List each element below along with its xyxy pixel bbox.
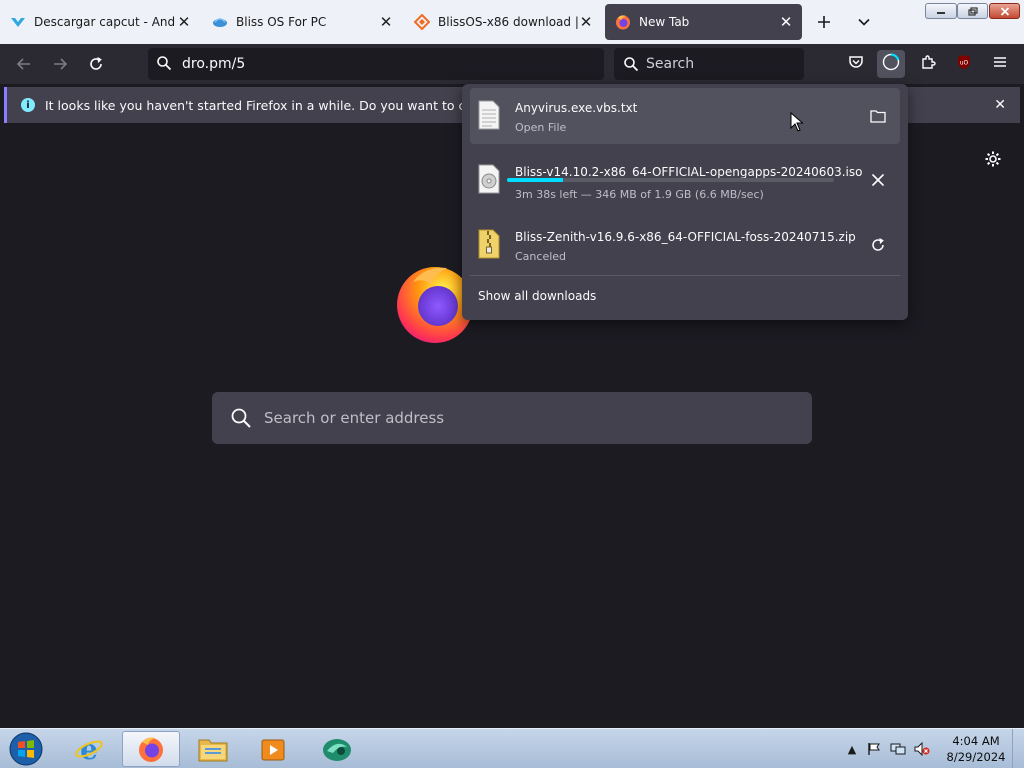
firefox-icon xyxy=(615,14,631,30)
navigation-toolbar: dro.pm/5 Search uO xyxy=(0,44,1024,84)
minimize-button[interactable] xyxy=(925,3,957,19)
close-icon[interactable]: ✕ xyxy=(994,97,1006,113)
tab-blissos-sourceforge[interactable]: BlissOS-x86 download | So ✕ xyxy=(404,4,602,40)
sourceforge-icon xyxy=(414,14,430,30)
download-filename: Bliss-v14.10.2-x86_64-OFFICIAL-opengapps… xyxy=(515,165,863,179)
folder-icon[interactable] xyxy=(866,104,890,128)
tab-title: BlissOS-x86 download | So xyxy=(438,15,578,29)
download-status: Open File xyxy=(515,121,567,134)
file-explorer-icon[interactable] xyxy=(184,731,242,767)
show-desktop-button[interactable] xyxy=(1012,729,1024,768)
download-progress-fill xyxy=(507,178,563,182)
address-bar[interactable]: dro.pm/5 xyxy=(148,48,604,80)
download-progress-icon xyxy=(881,52,901,76)
back-button[interactable] xyxy=(10,50,38,78)
close-icon[interactable]: ✕ xyxy=(778,13,794,31)
tab-descargar-capcut[interactable]: Descargar capcut - Android ✕ xyxy=(0,4,200,40)
reload-button[interactable] xyxy=(82,50,110,78)
retry-icon[interactable] xyxy=(866,233,890,257)
firefox-icon[interactable] xyxy=(122,731,180,767)
close-icon[interactable]: ✕ xyxy=(176,13,192,31)
start-button[interactable] xyxy=(6,731,46,767)
close-window-button[interactable] xyxy=(989,3,1020,19)
search-placeholder: Search or enter address xyxy=(264,409,445,427)
cancel-icon[interactable] xyxy=(866,168,890,192)
notification-text: It looks like you haven't started Firefo… xyxy=(45,97,465,113)
ublock-button[interactable]: uO xyxy=(950,50,978,78)
download-status: 3m 38s left — 346 MB of 1.9 GB (6.6 MB/s… xyxy=(515,188,764,201)
search-bar[interactable]: Search xyxy=(614,48,804,80)
show-all-downloads-link[interactable]: Show all downloads xyxy=(478,289,596,303)
clock-time: 4:04 AM xyxy=(952,734,1000,748)
disc-image-icon xyxy=(478,164,500,194)
menu-button[interactable] xyxy=(986,50,1014,78)
action-center-flag-icon[interactable] xyxy=(866,741,882,757)
media-player-icon[interactable] xyxy=(244,731,302,767)
gear-icon[interactable] xyxy=(982,148,1004,170)
clock-date: 8/29/2024 xyxy=(946,750,1006,764)
taskbar: e ▲ 4:04 AM 8/29/2024 xyxy=(0,728,1024,768)
downloads-panel: Anyvirus.exe.vbs.txt Open File Bliss-v14… xyxy=(462,84,908,320)
download-item[interactable]: Anyvirus.exe.vbs.txt Open File xyxy=(470,88,900,144)
search-icon xyxy=(230,407,252,433)
uptodown-icon xyxy=(10,14,26,30)
search-icon xyxy=(623,56,639,76)
new-tab-button[interactable] xyxy=(810,8,838,36)
zip-archive-icon xyxy=(478,229,500,259)
tab-title: Descargar capcut - Android xyxy=(34,15,176,29)
network-icon[interactable] xyxy=(890,741,906,757)
newtab-search-input[interactable]: Search or enter address xyxy=(212,392,812,444)
downloads-button[interactable] xyxy=(877,50,905,78)
download-item[interactable]: Bliss-Zenith-v16.9.6-x86_64-OFFICIAL-fos… xyxy=(470,217,900,273)
tab-new-tab[interactable]: New Tab ✕ xyxy=(605,4,802,40)
bliss-app-icon[interactable] xyxy=(308,731,366,767)
tab-strip: Descargar capcut - Android ✕ Bliss OS Fo… xyxy=(0,0,1024,44)
tab-title: New Tab xyxy=(639,15,690,29)
search-placeholder: Search xyxy=(646,56,695,72)
download-filename: Anyvirus.exe.vbs.txt xyxy=(515,101,638,115)
show-hidden-icons-button[interactable]: ▲ xyxy=(844,741,860,757)
puzzle-icon xyxy=(920,54,936,74)
download-status: Canceled xyxy=(515,250,567,263)
text-file-icon xyxy=(478,100,500,130)
list-all-tabs-button[interactable] xyxy=(850,8,878,36)
hamburger-icon xyxy=(992,54,1008,74)
pocket-button[interactable] xyxy=(842,50,870,78)
extensions-button[interactable] xyxy=(914,50,942,78)
close-icon[interactable]: ✕ xyxy=(578,13,594,31)
panel-divider xyxy=(470,275,900,276)
download-filename: Bliss-Zenith-v16.9.6-x86_64-OFFICIAL-fos… xyxy=(515,230,856,244)
close-icon[interactable]: ✕ xyxy=(378,13,394,31)
ublock-icon: uO xyxy=(956,54,972,74)
svg-text:e: e xyxy=(80,734,98,764)
download-progress-bar xyxy=(507,178,834,182)
restore-button[interactable] xyxy=(957,3,988,19)
url-text: dro.pm/5 xyxy=(182,56,246,72)
mouse-cursor xyxy=(790,111,804,136)
tab-bliss-os-for-pc[interactable]: Bliss OS For PC ✕ xyxy=(202,4,402,40)
forward-button[interactable] xyxy=(46,50,74,78)
pocket-icon xyxy=(848,54,864,74)
search-icon xyxy=(156,55,172,75)
volume-muted-icon[interactable] xyxy=(914,741,930,757)
bliss-icon xyxy=(212,14,228,30)
info-icon: i xyxy=(21,98,35,112)
tab-title: Bliss OS For PC xyxy=(236,15,327,29)
svg-text:uO: uO xyxy=(960,60,969,67)
internet-explorer-icon[interactable]: e xyxy=(60,731,118,767)
system-clock[interactable]: 4:04 AM 8/29/2024 xyxy=(936,733,1016,765)
